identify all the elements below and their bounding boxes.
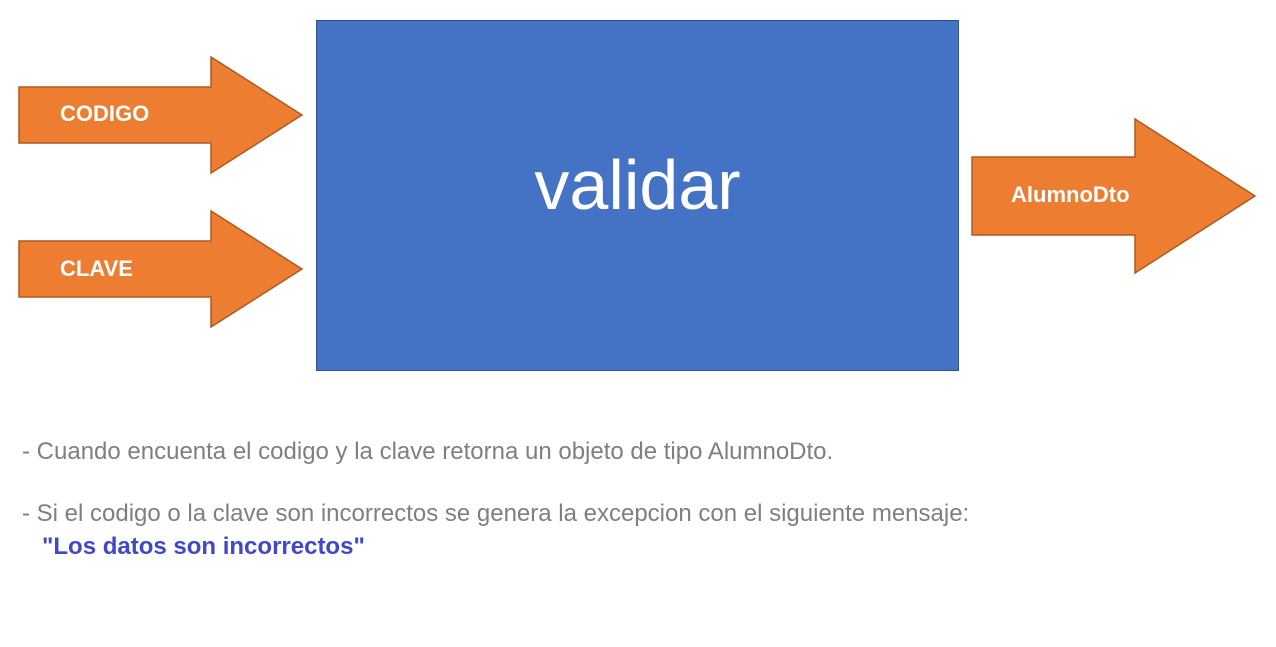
- note-spacer: [22, 467, 1262, 500]
- validar-process-label: validar: [534, 145, 741, 224]
- clave-input-label: CLAVE: [60, 256, 133, 281]
- alumnodto-output-label: AlumnoDto: [1011, 182, 1130, 207]
- validar-process-box: validar: [316, 20, 959, 371]
- codigo-input-label: CODIGO: [60, 101, 150, 126]
- error-note: - Si el codigo o la clave son incorrecto…: [22, 499, 970, 527]
- validation-diagram: CODIGO CLAVE AlumnoDto validar: [0, 0, 1276, 400]
- success-note: - Cuando encuenta el codigo y la clave r…: [22, 438, 834, 465]
- behavior-notes: - Cuando encuenta el codigo y la clave r…: [22, 438, 1262, 561]
- error-message-text: "Los datos son incorrectos": [42, 532, 365, 560]
